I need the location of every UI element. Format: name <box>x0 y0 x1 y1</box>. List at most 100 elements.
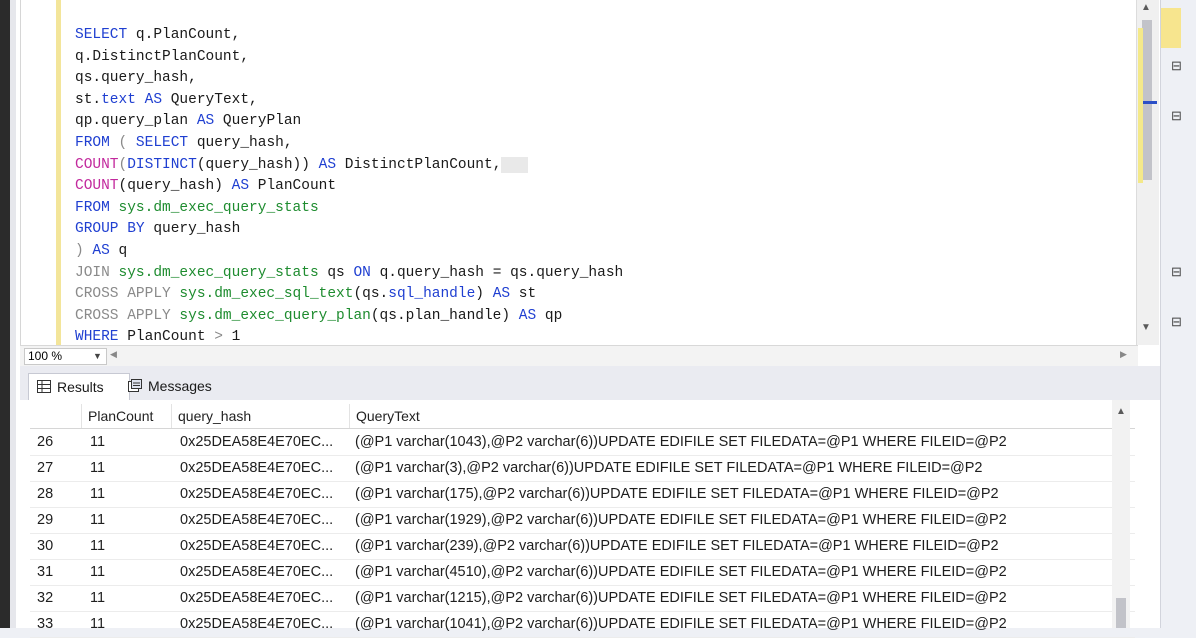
code-token: qp <box>536 307 563 324</box>
querytext-cell[interactable]: (@P1 varchar(4510),@P2 varchar(6))UPDATE… <box>350 559 1140 585</box>
code-token: ) <box>475 286 493 303</box>
column-header-query-hash[interactable]: query_hash <box>172 404 350 428</box>
grid-vertical-scrollbar[interactable]: ▲ <box>1112 400 1130 628</box>
row-number[interactable]: 27 <box>32 455 77 481</box>
code-token: st <box>510 286 537 303</box>
query-hash-cell[interactable]: 0x25DEA58E4E70EC... <box>172 481 358 507</box>
code-line: st.text AS QueryText, <box>75 89 258 111</box>
plancount-cell[interactable]: 11 <box>82 455 180 481</box>
row-number[interactable]: 30 <box>32 533 77 559</box>
code-line: WHERE PlanCount > 1 <box>75 326 240 345</box>
editor-scroll-thumb[interactable] <box>1142 20 1152 180</box>
row-number[interactable]: 29 <box>32 507 77 533</box>
query-hash-cell[interactable]: 0x25DEA58E4E70EC... <box>172 611 358 637</box>
query-hash-cell[interactable]: 0x25DEA58E4E70EC... <box>172 429 358 455</box>
query-hash-cell[interactable]: 0x25DEA58E4E70EC... <box>172 533 358 559</box>
results-grid[interactable]: PlanCount query_hash QueryText 26 11 0x25D… <box>20 400 1160 638</box>
plancount-cell[interactable]: 11 <box>82 481 180 507</box>
grid-scroll-up-icon[interactable]: ▲ <box>1116 406 1126 417</box>
scroll-right-icon[interactable]: ▶ <box>1120 349 1127 360</box>
right-side-panel: ⊟ ⊟ ⊟ ⊟ <box>1160 0 1196 628</box>
code-token: PlanCount <box>118 329 215 345</box>
code-token: AS <box>318 156 337 173</box>
plancount-cell[interactable]: 11 <box>82 533 180 559</box>
table-row[interactable]: 30 11 0x25DEA58E4E70EC... (@P1 varchar(239)… <box>30 533 1135 560</box>
plancount-cell[interactable]: 11 <box>82 559 180 585</box>
code-token: q.DistinctPlanCount, <box>75 48 250 65</box>
querytext-cell[interactable]: (@P1 varchar(1929),@P2 varchar(6))UPDATE… <box>350 507 1140 533</box>
code-token: JOIN <box>75 264 110 281</box>
code-token: sys.dm_exec_query_plan <box>179 307 371 324</box>
column-header-plancount[interactable]: PlanCount <box>82 404 172 428</box>
ssms-window: SELECT q.PlanCount, q.DistinctPlanCount, q… <box>0 0 1160 638</box>
scrollbar-change-marker <box>1138 28 1143 183</box>
table-row[interactable]: 28 11 0x25DEA58E4E70EC... (@P1 varchar(175)… <box>30 481 1135 508</box>
row-number[interactable]: 33 <box>32 611 77 637</box>
code-token: 1 <box>222 329 241 345</box>
code-line: FROM sys.dm_exec_query_stats <box>75 197 319 219</box>
tab-messages[interactable]: Messages <box>120 373 248 399</box>
query-hash-cell[interactable]: 0x25DEA58E4E70EC... <box>172 455 358 481</box>
query-hash-cell[interactable]: 0x25DEA58E4E70EC... <box>172 559 358 585</box>
code-line: qs.query_hash, <box>75 67 197 89</box>
plancount-cell[interactable]: 11 <box>82 585 180 611</box>
table-row[interactable]: 29 11 0x25DEA58E4E70EC... (@P1 varchar(1929… <box>30 507 1135 534</box>
query-hash-cell[interactable]: 0x25DEA58E4E70EC... <box>172 585 358 611</box>
code-token: sys.dm_exec_sql_text <box>179 286 354 303</box>
column-header-querytext[interactable]: QueryText <box>350 404 1135 428</box>
plancount-cell[interactable]: 11 <box>82 611 180 637</box>
code-token: PlanCount <box>249 178 337 195</box>
table-row[interactable]: 32 11 0x25DEA58E4E70EC... (@P1 varchar(1215… <box>30 585 1135 612</box>
tab-results[interactable]: Results <box>28 373 130 400</box>
plancount-cell[interactable]: 11 <box>82 507 180 533</box>
querytext-cell[interactable]: (@P1 varchar(1215),@P2 varchar(6))UPDATE… <box>350 585 1140 611</box>
code-token: FROM <box>75 199 110 216</box>
code-token: ( <box>109 135 136 151</box>
scroll-left-icon[interactable]: ◀ <box>110 349 117 360</box>
code-token: sql_handle <box>388 286 476 303</box>
querytext-cell[interactable]: (@P1 varchar(3),@P2 varchar(6))UPDATE ED… <box>350 455 1140 481</box>
table-row[interactable]: 26 11 0x25DEA58E4E70EC... (@P1 varchar(1043… <box>30 429 1135 456</box>
collapse-icon[interactable]: ⊟ <box>1171 264 1182 280</box>
tab-messages-label: Messages <box>148 378 212 394</box>
code-line: CROSS APPLY sys.dm_exec_sql_text(qs.sql_… <box>75 283 536 305</box>
code-token: DistinctPlanCount, <box>336 156 502 173</box>
zoom-dropdown[interactable]: 100 % ▼ <box>24 348 107 365</box>
querytext-cell[interactable]: (@P1 varchar(175),@P2 varchar(6))UPDATE … <box>350 481 1140 507</box>
code-token: AS <box>518 307 537 324</box>
query-editor[interactable]: SELECT q.PlanCount, q.DistinctPlanCount, q… <box>62 0 1134 345</box>
row-number-header[interactable] <box>30 404 82 428</box>
plancount-cell[interactable]: 11 <box>82 429 180 455</box>
scroll-down-icon[interactable]: ▼ <box>1141 322 1151 333</box>
row-number[interactable]: 32 <box>32 585 77 611</box>
gutter-divider <box>20 0 21 345</box>
scrollbar-caret-marker <box>1143 101 1157 104</box>
chevron-down-icon[interactable]: ▼ <box>93 349 102 364</box>
change-tracking-bar <box>56 0 61 345</box>
table-row[interactable]: 33 11 0x25DEA58E4E70EC... (@P1 varchar(1041… <box>30 611 1135 638</box>
scroll-up-icon[interactable]: ▲ <box>1141 2 1151 13</box>
querytext-cell[interactable]: (@P1 varchar(1041),@P2 varchar(6))UPDATE… <box>350 611 1140 637</box>
code-line: CROSS APPLY sys.dm_exec_query_plan(qs.pl… <box>75 305 562 327</box>
code-token: SELECT <box>135 135 189 151</box>
querytext-cell[interactable]: (@P1 varchar(239),@P2 varchar(6))UPDATE … <box>350 533 1140 559</box>
row-number[interactable]: 31 <box>32 559 77 585</box>
code-token: AS <box>492 286 511 303</box>
code-token: AS <box>196 113 215 130</box>
code-token: CROSS APPLY <box>75 286 171 303</box>
querytext-cell[interactable]: (@P1 varchar(1043),@P2 varchar(6))UPDATE… <box>350 429 1140 455</box>
collapse-icon[interactable]: ⊟ <box>1171 58 1182 74</box>
row-number[interactable]: 26 <box>32 429 77 455</box>
row-number[interactable]: 28 <box>32 481 77 507</box>
table-row[interactable]: 31 11 0x25DEA58E4E70EC... (@P1 varchar(4510… <box>30 559 1135 586</box>
table-row[interactable]: 27 11 0x25DEA58E4E70EC... (@P1 varchar(3),@… <box>30 455 1135 482</box>
grid-scroll-thumb[interactable] <box>1116 598 1126 628</box>
right-panel-tab[interactable] <box>1161 8 1181 48</box>
collapse-icon[interactable]: ⊟ <box>1171 108 1182 124</box>
code-token: sys.dm_exec_query_stats <box>118 264 319 281</box>
collapse-icon[interactable]: ⊟ <box>1171 314 1182 330</box>
query-hash-cell[interactable]: 0x25DEA58E4E70EC... <box>172 507 358 533</box>
